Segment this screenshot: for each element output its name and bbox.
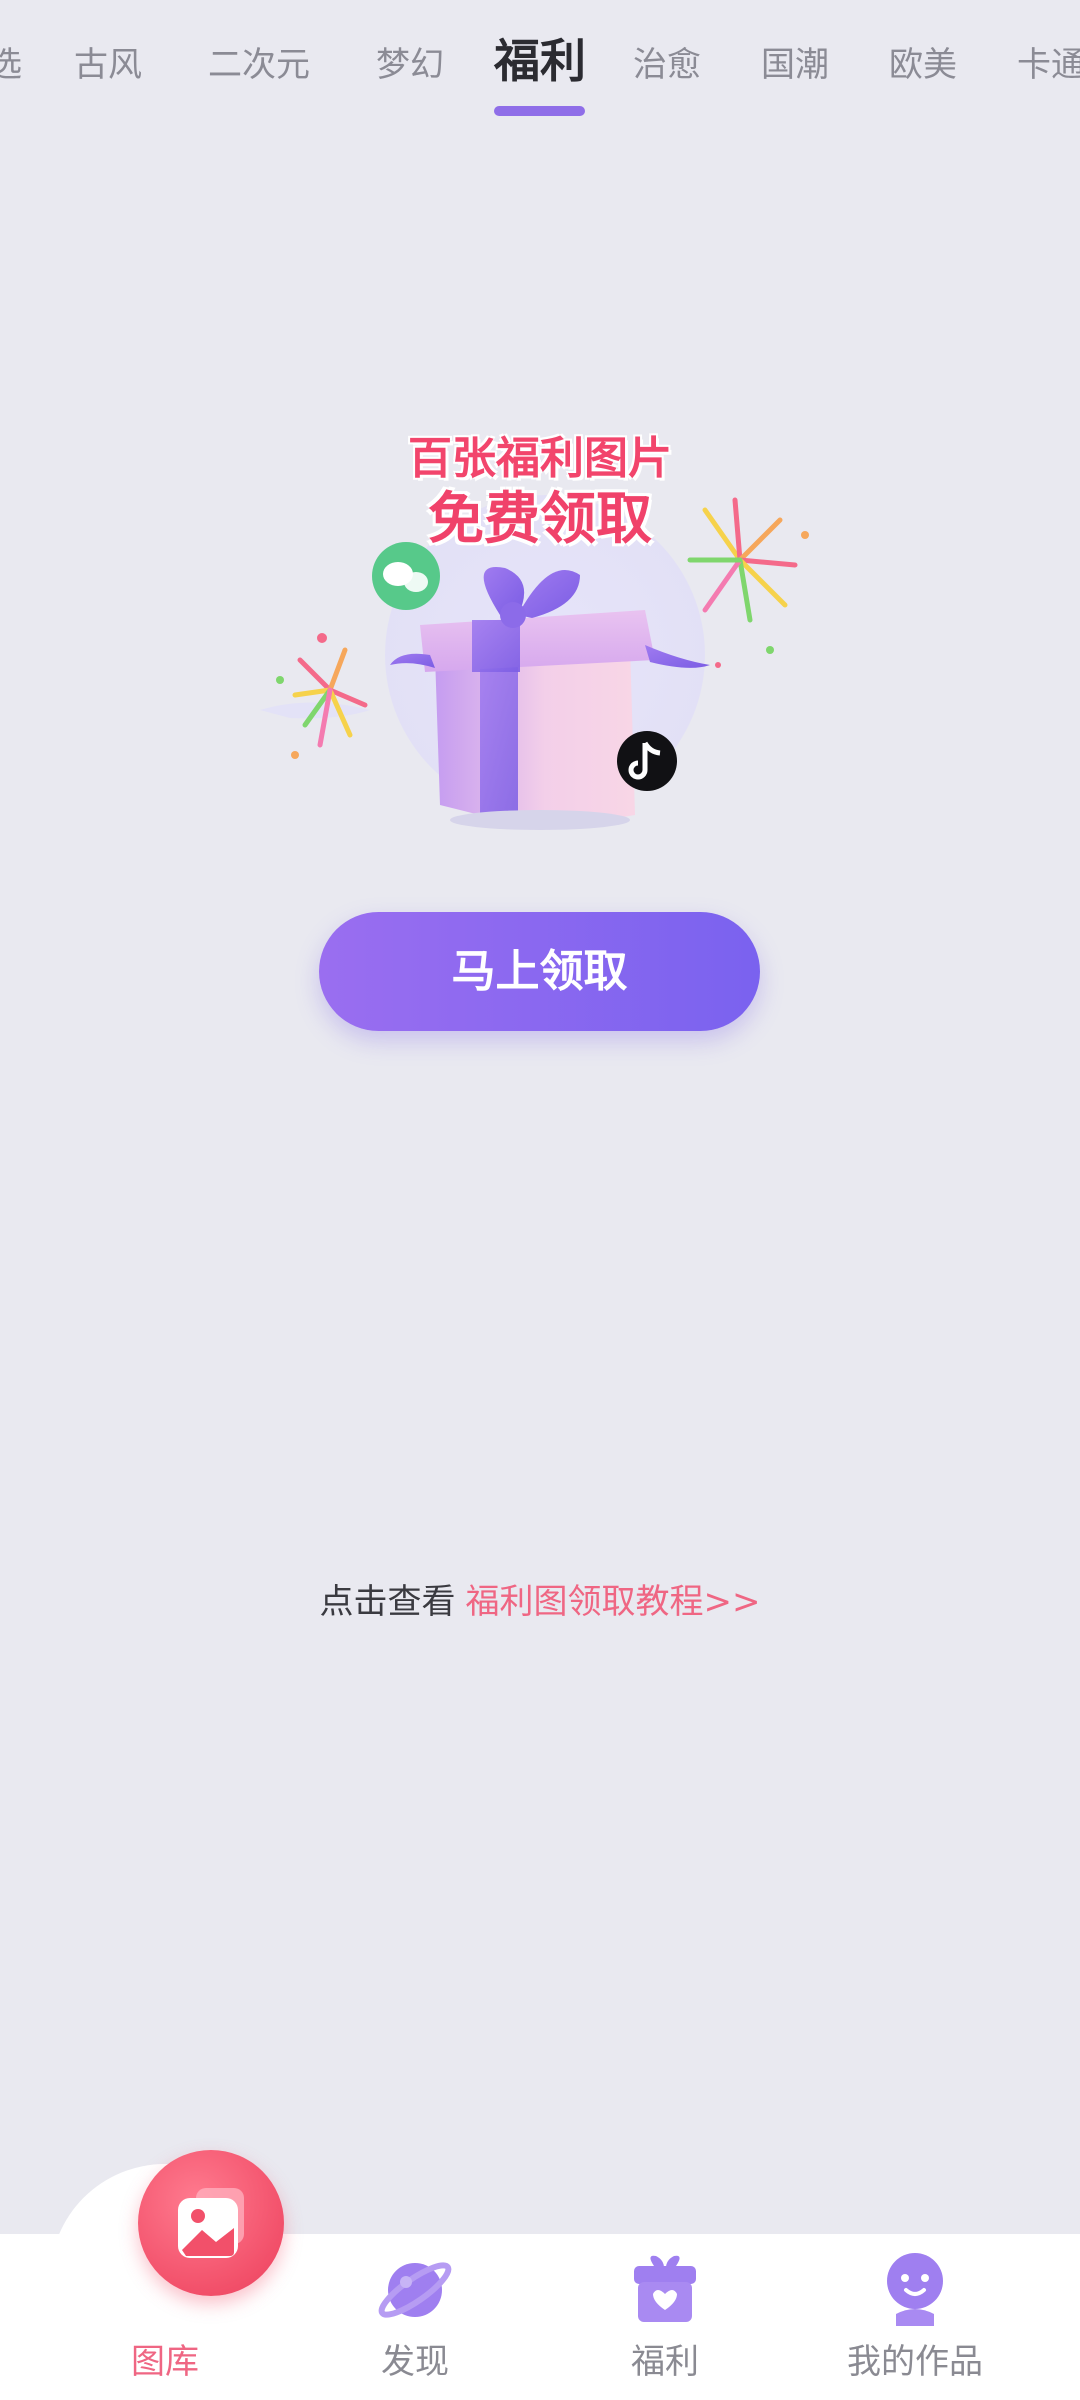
tab-gufeng[interactable]: 古风	[74, 38, 142, 92]
tab-western[interactable]: 欧美	[889, 38, 957, 92]
nav-label-my-works: 我的作品	[847, 2342, 983, 2382]
tab-healing[interactable]: 治愈	[633, 38, 701, 92]
nav-item-my-works[interactable]: 我的作品	[795, 2234, 1035, 2400]
welfare-promo-illustration: 百张福利图片 免费领取	[250, 410, 830, 840]
nav-item-discover[interactable]: 发现	[295, 2234, 535, 2400]
tab-welfare[interactable]: 福利	[494, 34, 586, 88]
tab-anime[interactable]: 二次元	[208, 38, 310, 92]
planet-icon	[378, 2262, 452, 2318]
gallery-fab[interactable]	[138, 2150, 284, 2296]
claim-now-button[interactable]: 马上领取	[319, 912, 760, 1031]
tutorial-link[interactable]: 福利图领取教程>>	[466, 1582, 761, 1622]
tab-guochao[interactable]: 国潮	[761, 38, 829, 92]
nav-label-welfare: 福利	[631, 2342, 699, 2382]
nav-item-gallery[interactable]: 图库	[45, 2150, 285, 2400]
tab-dreamy[interactable]: 梦幻	[376, 38, 444, 92]
promo-subheadline: 免费领取	[428, 487, 652, 552]
nav-item-welfare[interactable]: 福利	[545, 2234, 785, 2400]
category-tab-bar: 选 古风 二次元 梦幻 福利 治愈 国潮 欧美 卡通	[0, 0, 1080, 130]
bottom-navigation-bar: 图库 发现 福利 我的作品	[0, 2150, 1080, 2400]
profile-character-icon	[887, 2253, 943, 2326]
tutorial-line: 点击查看 福利图领取教程>>	[0, 1574, 1080, 1623]
active-tab-indicator	[494, 106, 585, 116]
nav-label-gallery: 图库	[131, 2342, 199, 2382]
gallery-icon	[178, 2188, 244, 2258]
tab-partial-left[interactable]: 选	[0, 38, 22, 92]
gift-box-icon	[634, 2255, 696, 2322]
tab-cartoon[interactable]: 卡通	[1017, 38, 1080, 92]
tutorial-prefix-text: 点击查看	[319, 1582, 456, 1622]
nav-label-discover: 发现	[381, 2342, 449, 2382]
